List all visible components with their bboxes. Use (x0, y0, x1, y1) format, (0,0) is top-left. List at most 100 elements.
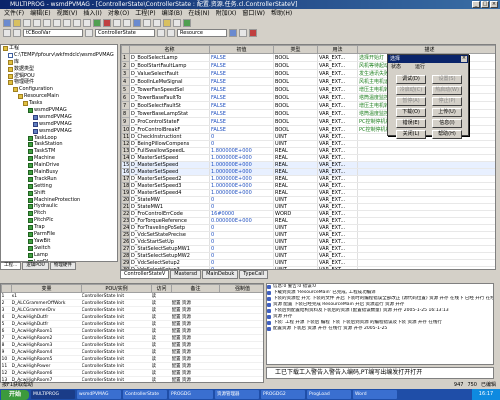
tree-item[interactable]: ResourceMain (1, 93, 117, 100)
tree-item[interactable]: TaskStation (1, 141, 117, 148)
watch-cell[interactable]: 11 (1, 362, 12, 370)
grid-cell-rownum[interactable]: 6 (121, 93, 130, 102)
grid-row[interactable]: 25 D_VdcSetStatePrecise 0 UINT VAR_EXT... (121, 231, 495, 239)
watch-cell[interactable]: x1 (11, 292, 82, 300)
grid-cell-name[interactable]: D_BeingPillowCompens (129, 140, 210, 148)
grid-cell-type[interactable]: REAL (273, 168, 318, 176)
make-icon[interactable] (103, 19, 111, 27)
watch-col-access[interactable]: 访问 (151, 284, 172, 293)
grid-cell-rownum[interactable]: 11 (121, 133, 130, 141)
dialog-button[interactable]: 信息(I) (432, 119, 462, 128)
taskbar-item[interactable]: Word (353, 390, 397, 399)
grid-cell-desc[interactable] (357, 161, 495, 169)
grid-cell-rownum[interactable]: 14 (121, 154, 130, 162)
grid-cell-init[interactable]: 0 (209, 231, 274, 239)
grid-cell-desc[interactable] (357, 259, 495, 267)
watch-cell[interactable]: 读 (151, 299, 172, 307)
watch-icon[interactable] (229, 29, 237, 37)
grid-row[interactable]: 24 D_ForTravelingPoSetp 0 UINT VAR_EXT... (121, 224, 495, 232)
grid-cell-init[interactable]: 1.000000E+000 (209, 189, 274, 197)
grid-cell-rownum[interactable]: 13 (121, 147, 130, 155)
watch-cell[interactable]: 12 (1, 369, 12, 377)
watch-cell[interactable]: 1 (1, 292, 12, 300)
grid-row[interactable]: 16 D_MasterSetSpeed 1.000000E+000 REAL VAR_E… (121, 168, 495, 176)
grid-cell-usage[interactable]: VAR_EXT... (317, 224, 358, 232)
grid-cell-init[interactable]: FALSE (209, 85, 274, 94)
grid-cell-usage[interactable]: VAR_EXT... (317, 140, 358, 148)
watch-cell[interactable]: 配置 资源 (171, 341, 220, 349)
grid-cell-init[interactable]: FALSE (209, 61, 274, 70)
grid-cell-init[interactable]: 0 (209, 245, 274, 253)
dialog-button[interactable]: 上传(U) (432, 108, 462, 117)
grid-cell-init[interactable]: 1.000000E+000 (209, 154, 274, 162)
grid-cell-init[interactable]: FALSE (209, 77, 274, 86)
tree-item[interactable]: Pitch (1, 210, 117, 217)
grid-cell-init[interactable]: FALSE (209, 125, 274, 134)
grid-cell-rownum[interactable]: 10 (121, 125, 130, 134)
watch-cell[interactable]: ControllerState Init (81, 334, 152, 342)
grid-cell-desc[interactable] (357, 231, 495, 239)
grid-row[interactable]: 29 D_VdcSelectSetup2 0 UINT VAR_EXT... (121, 259, 495, 267)
tree-item[interactable]: wsmdPVMAG (1, 128, 117, 135)
grid-cell-type[interactable]: UINT (273, 231, 318, 239)
grid-cell-type[interactable]: UINT (273, 245, 318, 253)
grid-cell-name[interactable]: D_TowerFanSpeedSel (129, 85, 210, 94)
grid-cell-name[interactable]: D_TowerBaseFaultTo (129, 93, 210, 102)
watch-row[interactable]: 10 D_AcwHighRoom5 ControllerState Init 读配置 … (1, 355, 263, 363)
grid-row[interactable]: 26 D_VdcStartSetUp 0 UINT VAR_EXT... (121, 238, 495, 246)
watch-cell[interactable]: D_AcwHighDutfr (11, 320, 82, 328)
grid-cell-usage[interactable]: VAR_EXT... (317, 161, 358, 169)
grid-cell-usage[interactable]: VAR_EXT... (317, 133, 358, 141)
dialog-button[interactable]: 冷启动(C) (396, 86, 426, 95)
tree-item[interactable]: Hydraulic (1, 203, 117, 210)
grid-cell-type[interactable]: BOOL (273, 69, 318, 78)
watch-cell[interactable]: 读 (151, 306, 172, 314)
grid-cell-desc[interactable] (357, 217, 495, 225)
watch-cell[interactable]: 配置 资源 (171, 327, 220, 335)
watch-row[interactable]: 5 D_AcwHighDutfr ControllerState Init 读配置 资… (1, 320, 263, 328)
pou-combo[interactable]: tCBoolVar (23, 29, 83, 37)
tree-item[interactable]: MachineProtection (1, 197, 117, 204)
tree-item[interactable]: MainDrive (1, 162, 117, 169)
watch-cell[interactable]: 6 (1, 327, 12, 335)
watch-cell[interactable]: 8 (1, 341, 12, 349)
watch-row[interactable]: 7 D_AcwHighRoom2 ControllerState Init 读配置 资… (1, 334, 263, 342)
grid-cell-init[interactable]: 0 (209, 196, 274, 204)
grid-cell-usage[interactable]: VAR_EXT... (317, 189, 358, 197)
grid-cell-init[interactable]: FALSE (209, 69, 274, 78)
save-icon[interactable] (23, 19, 31, 27)
grid-cell-name[interactable]: D_StateMW (129, 196, 210, 204)
grid-cell-rownum[interactable]: 7 (121, 101, 130, 110)
grid-cell-rownum[interactable]: 19 (121, 189, 130, 197)
grid-cell-desc[interactable] (357, 245, 495, 253)
grid-cell-name[interactable]: D_ForTorqueReference (129, 217, 210, 225)
taskbar-item[interactable]: wsmdPVMAG (77, 390, 121, 399)
breakpoint-icon[interactable] (239, 29, 247, 37)
grid-cell-type[interactable]: BOOL (273, 53, 318, 62)
grid-cell-init[interactable]: 0.000000E+000 (209, 217, 274, 225)
grid-cell-rownum[interactable]: 3 (121, 69, 130, 78)
grid-cell-rownum[interactable]: 23 (121, 217, 130, 225)
grid-col-init[interactable]: 初值 (209, 45, 274, 54)
grid-cell-usage[interactable]: VAR_EXT... (317, 61, 358, 70)
tree-item[interactable]: Tasks (1, 100, 117, 107)
taskbar-item[interactable]: MULTIPROG (31, 390, 75, 399)
grid-row[interactable]: 23 D_ForTorqueReference 0.000000E+000 REAL V… (121, 217, 495, 225)
grid-row[interactable]: 15 D_MasterSetSpeed 1.000000E+000 REAL VAR_E… (121, 161, 495, 169)
online-icon[interactable] (133, 19, 141, 27)
grid-cell-usage[interactable]: VAR_EXT... (317, 93, 358, 102)
grid-cell-usage[interactable]: VAR_EXT... (317, 168, 358, 176)
grid-cell-usage[interactable]: VAR_EXT... (317, 109, 358, 118)
grid-cell-init[interactable]: FALSE (209, 109, 274, 118)
grid-cell-init[interactable]: 1.000000E+000 (209, 175, 274, 183)
grid-cell-name[interactable]: D_MasterSetSpeed (129, 161, 210, 169)
dialog-button[interactable]: 设置(S) (432, 75, 462, 84)
grid-row[interactable]: 19 D_MasterSetSpeed4 1.000000E+000 REAL VAR_… (121, 189, 495, 197)
grid-cell-init[interactable]: FALSE (209, 93, 274, 102)
grid-cell-type[interactable]: BOOL (273, 93, 318, 102)
tree-item[interactable]: Trap (1, 224, 117, 231)
menu-extras[interactable]: 附加(X) (216, 9, 237, 18)
grid-cell-init[interactable]: 0 (209, 259, 274, 267)
project-tree[interactable]: 工程 C:\TEMP\fpfourv\wkfmdclc\wsmdPVMAG 库数据类… (0, 44, 118, 262)
grid-cell-init[interactable]: 0 (209, 133, 274, 141)
